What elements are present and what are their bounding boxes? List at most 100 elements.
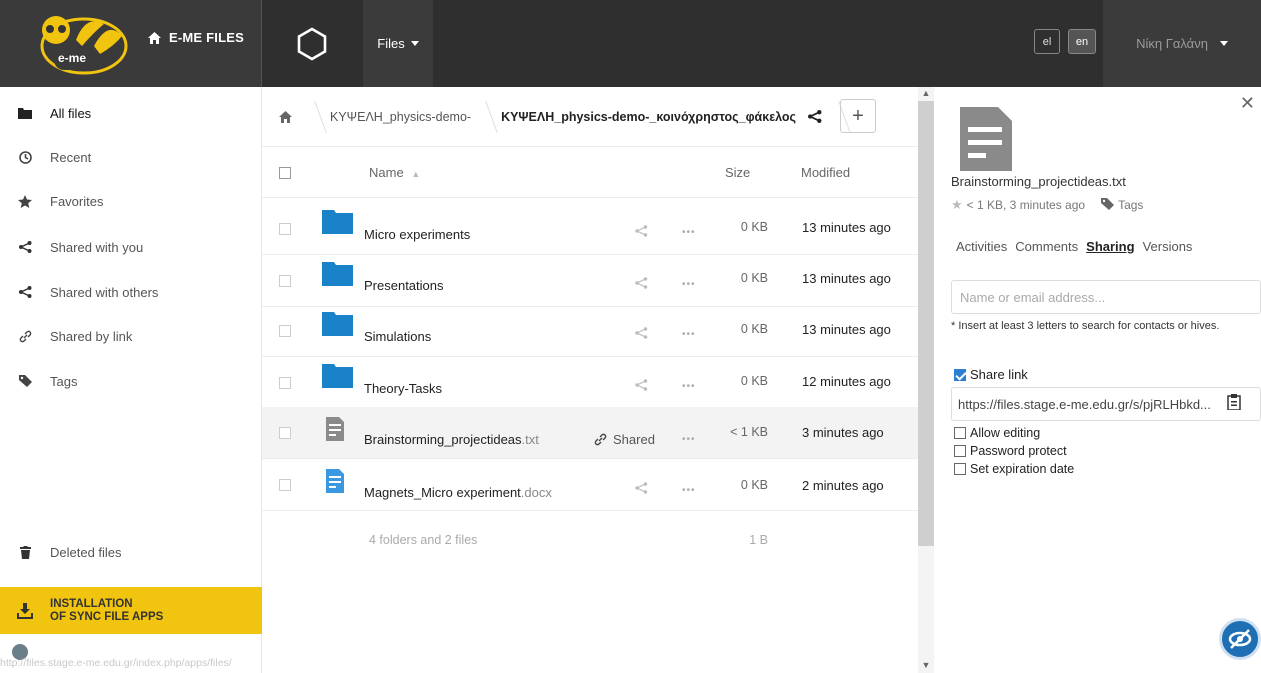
breadcrumb-item-current[interactable]: ΚΥΨΕΛΗ_physics-demo-_κοινόχρηστος_φάκελο…	[493, 110, 804, 124]
shared-indicator[interactable]: Shared	[594, 432, 655, 447]
tab-sharing[interactable]: Sharing	[1086, 239, 1134, 254]
file-modified: 13 minutes ago	[802, 271, 891, 286]
link-icon	[0, 330, 50, 343]
password-protect-checkbox[interactable]	[954, 445, 966, 457]
shared-label: Shared	[613, 432, 655, 447]
file-modified: 3 minutes ago	[802, 425, 884, 440]
sidebar-item-shared-with-others[interactable]: Shared with others	[0, 270, 261, 314]
file-name[interactable]: Magnets_Micro experiment.docx	[364, 485, 552, 500]
table-row[interactable]: Theory-Tasks ••• 0 KB 12 minutes ago	[262, 357, 918, 409]
folder-icon	[322, 312, 353, 336]
apps-hexagon-button[interactable]	[262, 0, 362, 87]
scrollbar-thumb[interactable]	[918, 101, 934, 546]
sidebar-item-all-files[interactable]: All files	[0, 91, 261, 135]
tab-comments[interactable]: Comments	[1015, 239, 1078, 254]
row-checkbox[interactable]	[279, 325, 291, 337]
more-actions-icon[interactable]: •••	[682, 329, 696, 340]
breadcrumb-item[interactable]: ΚΥΨΕΛΗ_physics-demo-	[322, 110, 479, 124]
more-actions-icon[interactable]: •••	[682, 485, 696, 496]
download-icon	[0, 602, 50, 619]
password-protect-option[interactable]: Password protect	[954, 444, 1067, 458]
clipboard-icon[interactable]	[1227, 394, 1241, 410]
share-icon[interactable]	[808, 110, 822, 123]
row-checkbox[interactable]	[279, 427, 291, 439]
accessibility-eye-button[interactable]	[1219, 618, 1261, 660]
share-icon[interactable]	[635, 379, 648, 391]
column-header-size[interactable]: Size	[725, 165, 750, 180]
column-header-modified[interactable]: Modified	[801, 165, 850, 180]
home-label: E-ME FILES	[169, 30, 244, 45]
link-icon	[594, 433, 607, 446]
table-row[interactable]: Simulations ••• 0 KB 13 minutes ago	[262, 305, 918, 357]
allow-editing-option[interactable]: Allow editing	[954, 426, 1040, 440]
share-icon	[0, 286, 50, 298]
files-menu[interactable]: Files	[363, 0, 433, 87]
sidebar-item-shared-with-you[interactable]: Shared with you	[0, 225, 261, 269]
breadcrumb-separator	[308, 87, 322, 147]
details-tabs: Activities Comments Sharing Versions	[956, 239, 1192, 254]
select-all-checkbox[interactable]	[279, 167, 291, 179]
sidebar-item-recent[interactable]: Recent	[0, 135, 261, 179]
home-link[interactable]: E-ME FILES	[148, 30, 244, 45]
install-sync-apps-banner[interactable]: INSTALLATION OF SYNC FILE APPS	[0, 587, 262, 634]
e-me-logo-icon[interactable]	[24, 10, 128, 76]
sidebar-item-shared-by-link[interactable]: Shared by link	[0, 314, 261, 358]
lang-en-button[interactable]: en	[1068, 29, 1096, 54]
tab-versions[interactable]: Versions	[1143, 239, 1193, 254]
favorite-star-icon[interactable]: ★	[951, 197, 963, 213]
more-actions-icon[interactable]: •••	[682, 381, 696, 392]
share-link-url-field[interactable]: https://files.stage.e-me.edu.gr/s/pjRLHb…	[951, 387, 1261, 421]
share-with-input[interactable]: Name or email address...	[951, 280, 1261, 314]
sidebar-item-tags[interactable]: Tags	[0, 359, 261, 403]
file-name[interactable]: Brainstorming_projectideas.txt	[364, 432, 539, 447]
sidebar: All files Recent Favorites Shared with y…	[0, 87, 262, 673]
sidebar-item-deleted-files[interactable]: Deleted files	[0, 530, 261, 574]
files-menu-label: Files	[377, 36, 405, 51]
allow-editing-checkbox[interactable]	[954, 427, 966, 439]
row-checkbox[interactable]	[279, 479, 291, 491]
share-link-option[interactable]: Share link	[954, 367, 1028, 382]
breadcrumb-home[interactable]	[262, 110, 308, 123]
details-meta-text: < 1 KB, 3 minutes ago	[966, 198, 1086, 212]
row-checkbox[interactable]	[279, 377, 291, 389]
file-name[interactable]: Micro experiments	[364, 227, 470, 242]
folder-icon	[322, 262, 353, 286]
close-icon[interactable]: ✕	[1240, 93, 1255, 114]
file-name[interactable]: Simulations	[364, 329, 431, 344]
column-header-name[interactable]: Name ▲	[369, 165, 420, 180]
file-name[interactable]: Presentations	[364, 278, 444, 293]
table-row[interactable]: Presentations ••• 0 KB 13 minutes ago	[262, 255, 918, 307]
share-icon[interactable]	[635, 327, 648, 339]
share-link-label: Share link	[970, 367, 1028, 382]
sidebar-item-favorites[interactable]: Favorites	[0, 179, 261, 223]
tags-link[interactable]: Tags	[1118, 198, 1143, 212]
share-icon[interactable]	[635, 482, 648, 494]
text-file-icon	[960, 107, 1012, 171]
share-link-checkbox[interactable]	[954, 368, 966, 381]
chevron-down-icon	[1219, 41, 1228, 46]
more-actions-icon[interactable]: •••	[682, 227, 696, 238]
logo-text: e-me	[58, 51, 87, 65]
set-expiration-option[interactable]: Set expiration date	[954, 462, 1074, 476]
table-row[interactable]: Micro experiments ••• 0 KB 13 minutes ag…	[262, 203, 918, 255]
add-new-button[interactable]: +	[840, 99, 876, 133]
set-expiration-checkbox[interactable]	[954, 463, 966, 475]
file-size: 0 KB	[740, 271, 768, 285]
more-actions-icon[interactable]: •••	[682, 434, 696, 445]
scroll-up-icon[interactable]: ▲	[921, 88, 931, 98]
share-icon[interactable]	[635, 277, 648, 289]
row-checkbox[interactable]	[279, 275, 291, 287]
row-checkbox[interactable]	[279, 223, 291, 235]
lang-el-button[interactable]: el	[1034, 29, 1060, 54]
user-menu[interactable]: Νίκη Γαλάνη	[1103, 0, 1261, 87]
table-row-selected[interactable]: Brainstorming_projectideas.txt Shared ••…	[262, 407, 918, 459]
file-size: < 1 KB	[730, 425, 768, 439]
more-actions-icon[interactable]: •••	[682, 279, 696, 290]
tab-activities[interactable]: Activities	[956, 239, 1007, 254]
user-name: Νίκη Γαλάνη	[1136, 36, 1208, 51]
scroll-down-icon[interactable]: ▼	[921, 660, 931, 670]
share-icon[interactable]	[635, 225, 648, 237]
file-name[interactable]: Theory-Tasks	[364, 381, 442, 396]
table-row[interactable]: Magnets_Micro experiment.docx ••• 0 KB 2…	[262, 459, 918, 511]
tag-icon	[1101, 197, 1115, 213]
